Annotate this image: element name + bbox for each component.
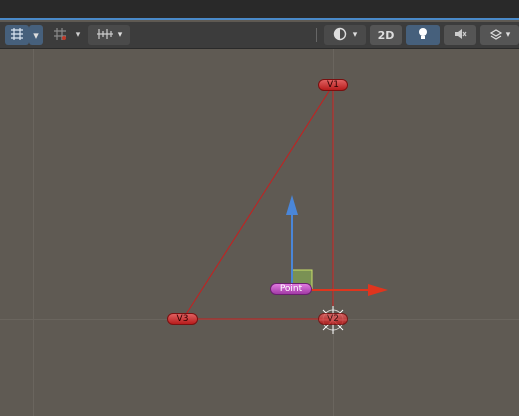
vertex-v2[interactable]: V2 <box>318 313 348 325</box>
ruler-icon <box>96 27 114 44</box>
effects-icon <box>489 27 503 44</box>
vertex-label: V3 <box>176 314 189 324</box>
audio-mute-icon <box>453 27 467 44</box>
chevron-down-icon: ▾ <box>352 30 358 40</box>
point-marker[interactable]: Point <box>270 283 312 295</box>
lightbulb-icon <box>417 27 429 44</box>
scene-geometry <box>182 84 388 334</box>
shading-mode-button[interactable]: ▾ <box>324 25 366 45</box>
shading-mode-icon <box>333 27 347 44</box>
scene-viewport[interactable]: V1 V3 V2 Point <box>0 49 519 416</box>
vertex-v1[interactable]: V1 <box>318 79 348 91</box>
chevron-down-icon: ▾ <box>117 30 123 40</box>
window-title-bar <box>0 0 519 20</box>
2d-label: 2D <box>377 28 395 42</box>
snap-grid-icon <box>9 27 25 44</box>
x-axis-arrow-icon <box>368 284 388 296</box>
grid-snap-dropdown[interactable]: ▾ <box>72 25 84 45</box>
grid-snap-button[interactable] <box>48 25 72 45</box>
2d-toggle-button[interactable]: 2D <box>370 25 402 45</box>
grid-snap-icon <box>52 27 68 44</box>
vertex-label: V2 <box>327 314 339 324</box>
effects-button[interactable]: ▾ <box>480 25 519 45</box>
y-axis-arrow-icon <box>286 195 298 215</box>
chevron-down-icon: ▾ <box>505 30 511 40</box>
audio-mute-button[interactable] <box>444 25 476 45</box>
toolbar-divider <box>316 28 317 42</box>
transform-snap-dropdown[interactable]: ▾ <box>29 25 43 45</box>
increment-snap-button[interactable]: ▾ <box>88 25 130 45</box>
point-label: Point <box>279 284 303 294</box>
vertex-label: V1 <box>327 80 339 90</box>
transform-snap-button[interactable] <box>5 25 29 45</box>
lighting-toggle-button[interactable] <box>406 25 440 45</box>
vertex-v3[interactable]: V3 <box>167 313 198 325</box>
scene-toolbar: ▾ ▾ ▾ ▾ 2D ▾ <box>0 22 519 49</box>
